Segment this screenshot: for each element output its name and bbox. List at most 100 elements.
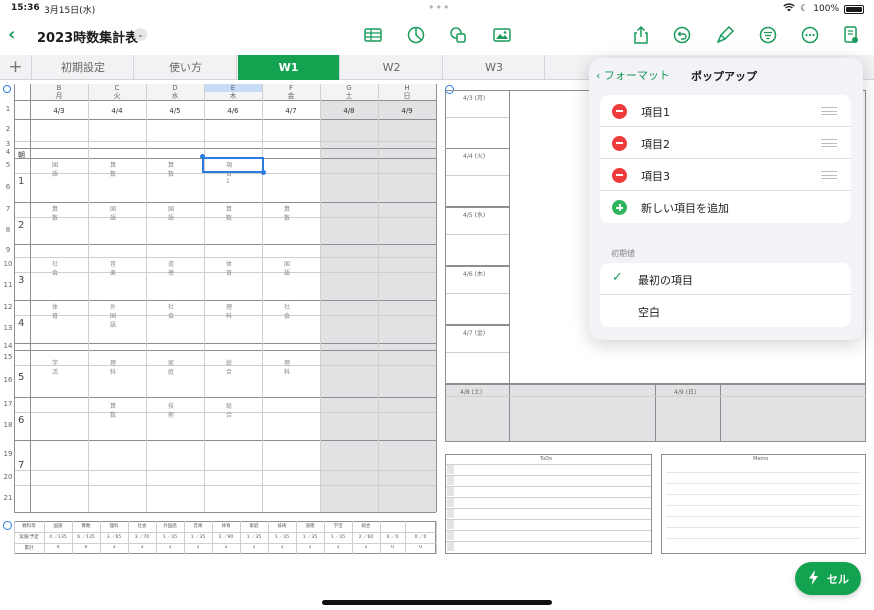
share-icon[interactable] — [630, 25, 652, 47]
tab-how-to-use[interactable]: 使い方 — [135, 55, 237, 80]
date-cell[interactable]: 4/9 — [378, 107, 436, 115]
row-number[interactable]: 19 — [2, 450, 14, 458]
row-number[interactable]: 4 — [2, 148, 14, 156]
reorder-handle-icon[interactable] — [821, 107, 837, 115]
summary-cell[interactable]: 1 — [184, 545, 212, 550]
summary-cell[interactable]: 社会 — [128, 523, 156, 529]
delete-item-icon[interactable] — [612, 136, 627, 151]
format-back-button[interactable]: ‹ フォーマット — [596, 67, 670, 83]
subject-cell[interactable]: 国語 — [168, 204, 174, 222]
default-option-blank[interactable]: 空白 — [600, 295, 851, 327]
row-number[interactable]: 9 — [2, 246, 14, 254]
subject-cell[interactable]: 理科 — [226, 302, 232, 320]
subject-cell[interactable]: 算数 — [284, 204, 290, 222]
row-number[interactable]: 14 — [2, 342, 14, 350]
row-number[interactable]: 11 — [2, 281, 14, 289]
popup-item[interactable]: 項目1 — [600, 95, 851, 127]
summary-cell[interactable]: 算数 — [72, 523, 100, 529]
summary-cell[interactable]: 0 ／0 — [380, 534, 405, 540]
summary-cell[interactable]: 家庭 — [240, 523, 268, 529]
subject-cell[interactable]: 算数 — [226, 204, 232, 222]
tab-w2[interactable]: W2 — [341, 55, 443, 80]
default-option-label[interactable]: 最初の項目 — [638, 272, 693, 288]
undo-icon[interactable] — [671, 25, 693, 47]
subject-cell[interactable]: 道徳 — [168, 259, 174, 277]
row-number[interactable]: 6 — [2, 183, 14, 191]
summary-cell[interactable]: 音楽 — [184, 523, 212, 529]
summary-cell[interactable]: 理科 — [100, 523, 128, 529]
subject-cell[interactable]: 総合 — [226, 358, 232, 376]
row-number[interactable]: 15 — [2, 353, 14, 361]
subject-cell[interactable]: 外国語 — [110, 302, 116, 329]
row-number[interactable]: 7 — [2, 205, 14, 213]
date-cell[interactable]: 4/4 — [88, 107, 146, 115]
reorder-handle-icon[interactable] — [821, 171, 837, 179]
more-icon[interactable] — [799, 25, 821, 47]
summary-cell[interactable]: 3 — [128, 545, 156, 550]
subject-cell[interactable]: 理科 — [284, 358, 290, 376]
row-number[interactable]: 3 — [2, 140, 14, 148]
selection-handle[interactable] — [261, 170, 266, 175]
delete-item-icon[interactable] — [612, 104, 627, 119]
memo-box[interactable] — [661, 454, 866, 554]
todo-checkbox[interactable] — [447, 509, 454, 518]
cell-format-button[interactable]: セル — [795, 562, 861, 595]
summary-cell[interactable]: 6 ／135 — [72, 534, 100, 540]
summary-cell[interactable]: 総合 — [352, 523, 380, 529]
summary-cell[interactable]: 実施/予定 — [14, 534, 44, 540]
subject-cell[interactable]: 社会 — [168, 302, 174, 320]
summary-cell[interactable]: 技術 — [268, 523, 296, 529]
select-table-handle-icon[interactable] — [3, 85, 11, 93]
tab-w1[interactable]: W1 — [238, 55, 340, 80]
date-cell[interactable]: 4/5 — [146, 107, 204, 115]
popup-item[interactable]: 項目3 — [600, 159, 851, 191]
document-title[interactable]: 2023時数集計表 — [37, 27, 138, 46]
summary-cell[interactable]: 1 — [156, 545, 184, 550]
row-number[interactable]: 13 — [2, 324, 14, 332]
date-cell[interactable]: 4/8 — [320, 107, 378, 115]
todo-checkbox[interactable] — [447, 476, 454, 485]
add-item-label[interactable]: 新しい項目を追加 — [641, 200, 729, 216]
row-number[interactable]: 2 — [2, 125, 14, 133]
subject-cell[interactable]: 社会 — [52, 259, 58, 277]
summary-cell[interactable]: 累計 — [14, 545, 44, 551]
summary-cell[interactable]: 1 ／35 — [296, 534, 324, 540]
chart-icon[interactable] — [405, 25, 427, 47]
row-number[interactable]: 18 — [2, 421, 14, 429]
popup-item-label[interactable]: 項目1 — [641, 104, 670, 120]
row-number[interactable]: 8 — [2, 226, 14, 234]
summary-cell[interactable]: 0 ／0 — [405, 534, 436, 540]
table-icon[interactable] — [362, 25, 384, 47]
summary-cell[interactable]: 学活 — [324, 523, 352, 529]
summary-cell[interactable]: 1 ／35 — [184, 534, 212, 540]
summary-cell[interactable]: 4 — [44, 545, 72, 550]
summary-cell[interactable]: 体育 — [212, 523, 240, 529]
default-option-label[interactable]: 空白 — [638, 304, 660, 320]
chevron-left-icon[interactable]: ‹ — [8, 24, 15, 45]
multitasking-dots[interactable]: ••• — [428, 1, 450, 14]
add-item-icon[interactable] — [612, 200, 627, 215]
document-settings-icon[interactable] — [840, 25, 862, 47]
summary-cell[interactable]: 道徳 — [296, 523, 324, 529]
row-number[interactable]: 20 — [2, 473, 14, 481]
row-number[interactable]: 21 — [2, 494, 14, 502]
todo-box[interactable] — [445, 454, 652, 554]
row-number[interactable]: 17 — [2, 400, 14, 408]
summary-cell[interactable]: 教科等 — [14, 523, 44, 529]
default-option-first-item[interactable]: ✓ 最初の項目 — [600, 263, 851, 295]
summary-cell[interactable]: 1 ／35 — [268, 534, 296, 540]
subject-cell[interactable]: 社会 — [284, 302, 290, 320]
summary-cell[interactable]: 国語 — [44, 523, 72, 529]
tab-w3[interactable]: W3 — [444, 55, 545, 80]
summary-handle-icon[interactable] — [3, 521, 12, 530]
date-cell[interactable]: 4/7 — [262, 107, 320, 115]
subject-cell[interactable]: 国語 — [110, 204, 116, 222]
subject-cell[interactable]: 総合 — [226, 401, 232, 419]
summary-cell[interactable]: 3 — [100, 545, 128, 550]
subject-cell[interactable]: 算数 — [110, 401, 116, 419]
summary-cell[interactable]: 2 — [212, 545, 240, 550]
summary-cell[interactable]: 2 — [352, 545, 380, 550]
subject-cell[interactable]: 学活 — [52, 358, 58, 376]
summary-cell[interactable]: 1 — [296, 545, 324, 550]
date-cell[interactable]: 4/3 — [30, 107, 88, 115]
